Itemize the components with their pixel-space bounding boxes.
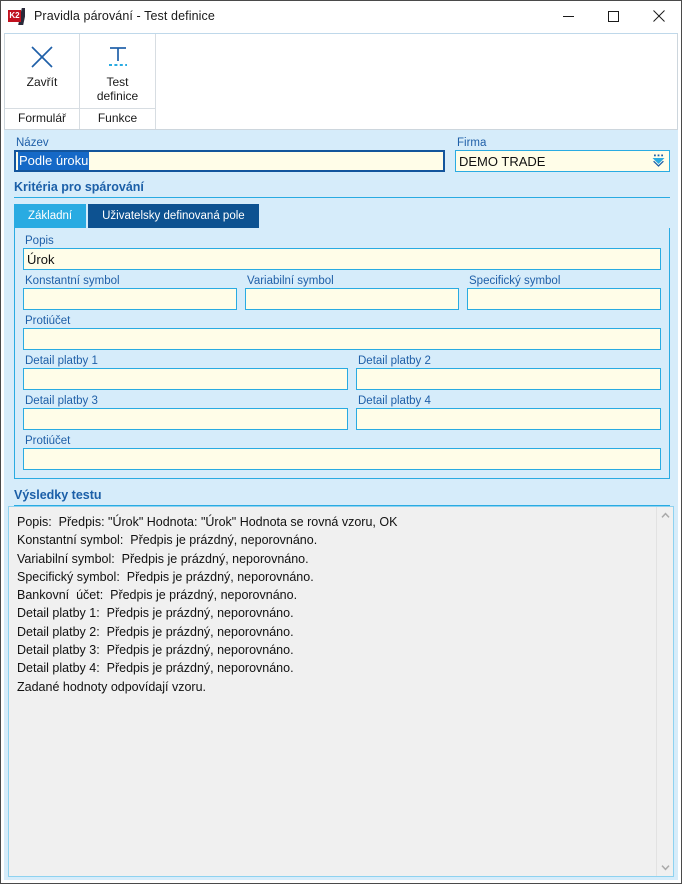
form-body: Název Podle úroku Firma DEMO TRADE Krité… — [4, 130, 678, 880]
protiucet-bottom-input[interactable] — [23, 448, 661, 470]
protiucet-top-label: Protiúčet — [25, 315, 71, 327]
detail-row-2: Detail platby 3 Detail platby 4 — [23, 394, 661, 430]
firma-input[interactable]: DEMO TRADE — [455, 150, 670, 172]
close-icon — [652, 10, 665, 22]
firma-field-group: Firma DEMO TRADE — [455, 136, 670, 172]
criteria-panel: Popis Úrok Konstantní symbol Variabilní … — [14, 228, 670, 479]
ribbon-toolbar: Zavřít Formulář Test definice Funkce — [4, 33, 678, 130]
k2-logo-mark: K2 — [8, 9, 21, 22]
protiucet-bottom-label: Protiúčet — [25, 435, 71, 447]
protiucet-top-input[interactable] — [23, 328, 661, 350]
criteria-section-title: Kritéria pro spárování — [14, 180, 144, 194]
k2-lookup-chevron-icon[interactable] — [651, 153, 666, 170]
specificky-symbol-input[interactable] — [467, 288, 661, 310]
title-bar: K2 Pravidla párování - Test definice — [1, 1, 681, 31]
name-input[interactable]: Podle úroku — [14, 150, 445, 172]
konstantni-symbol-group: Konstantní symbol — [23, 274, 237, 310]
tab-uzivatelsky-definovana-pole[interactable]: Uživatelsky definovaná pole — [88, 204, 259, 228]
variabilni-symbol-group: Variabilní symbol — [245, 274, 459, 310]
popis-label: Popis — [25, 235, 54, 247]
window-title: Pravidla párování - Test definice — [34, 9, 215, 23]
chevron-up-icon — [660, 512, 670, 518]
popis-field-group: Popis Úrok — [23, 234, 661, 270]
detail-platby-4-label: Detail platby 4 — [358, 395, 431, 407]
test-definice-label: Test definice — [91, 75, 144, 103]
application-window: K2 Pravidla párování - Test definice Zav… — [0, 0, 682, 884]
detail-platby-1-group: Detail platby 1 — [23, 354, 348, 390]
results-scrollbar[interactable] — [656, 507, 673, 876]
chevron-down-icon — [660, 865, 670, 871]
criteria-tabs: Základní Uživatelsky definovaná pole — [4, 198, 678, 228]
firma-label: Firma — [457, 137, 487, 149]
specificky-symbol-label: Specifický symbol — [469, 275, 561, 287]
scroll-up-button[interactable] — [657, 507, 673, 524]
detail-row-1: Detail platby 1 Detail platby 2 — [23, 354, 661, 390]
variabilni-symbol-input[interactable] — [245, 288, 459, 310]
name-field-group: Název Podle úroku — [14, 136, 445, 172]
detail-platby-1-input[interactable] — [23, 368, 348, 390]
test-definice-button[interactable]: Test definice — [80, 34, 155, 108]
detail-platby-4-group: Detail platby 4 — [356, 394, 661, 430]
maximize-button[interactable] — [591, 1, 636, 31]
results-output-box: Popis: Předpis: "Úrok" Hodnota: "Úrok" H… — [8, 506, 674, 877]
detail-platby-2-group: Detail platby 2 — [356, 354, 661, 390]
window-controls — [546, 1, 681, 31]
close-button[interactable] — [636, 1, 681, 31]
konstantni-symbol-input[interactable] — [23, 288, 237, 310]
ribbon-empty-area — [156, 34, 677, 129]
konstantni-symbol-label: Konstantní symbol — [25, 275, 120, 287]
protiucet-top-group: Protiúčet — [23, 314, 661, 350]
close-x-icon — [29, 42, 55, 72]
detail-platby-3-input[interactable] — [23, 408, 348, 430]
results-output-text[interactable]: Popis: Předpis: "Úrok" Hodnota: "Úrok" H… — [9, 507, 656, 876]
ribbon-group-funkce: Test definice Funkce — [80, 34, 156, 129]
protiucet-bottom-group: Protiúčet — [23, 434, 661, 470]
test-definice-label-line2: definice — [96, 89, 139, 103]
firma-input-value: DEMO TRADE — [459, 153, 546, 169]
maximize-icon — [608, 10, 619, 22]
ribbon-group-formular: Zavřít Formulář — [5, 34, 80, 129]
scroll-down-button[interactable] — [657, 859, 673, 876]
detail-platby-1-label: Detail platby 1 — [25, 355, 98, 367]
test-definice-label-line1: Test — [106, 75, 129, 89]
detail-platby-2-input[interactable] — [356, 368, 661, 390]
minimize-button[interactable] — [546, 1, 591, 31]
symbols-row: Konstantní symbol Variabilní symbol Spec… — [23, 274, 661, 310]
zavrit-label: Zavřít — [26, 75, 58, 89]
header-fields-row: Název Podle úroku Firma DEMO TRADE — [4, 130, 678, 172]
ribbon-group-funkce-title: Funkce — [80, 108, 155, 129]
popis-input-value: Úrok — [27, 251, 55, 267]
minimize-icon — [563, 15, 574, 17]
tab-zakladni[interactable]: Základní — [14, 204, 87, 228]
ribbon-group-formular-title: Formulář — [5, 108, 79, 129]
detail-platby-3-label: Detail platby 3 — [25, 395, 98, 407]
detail-platby-3-group: Detail platby 3 — [23, 394, 348, 430]
variabilni-symbol-label: Variabilní symbol — [247, 275, 334, 287]
text-definition-icon — [105, 42, 131, 72]
results-section-title: Výsledky testu — [14, 488, 102, 502]
k2-logo-icon: K2 — [8, 7, 25, 25]
specificky-symbol-group: Specifický symbol — [467, 274, 661, 310]
name-label: Název — [16, 137, 49, 149]
zavrit-button[interactable]: Zavřít — [5, 34, 79, 108]
detail-platby-2-label: Detail platby 2 — [358, 355, 431, 367]
scrollbar-track[interactable] — [657, 524, 673, 859]
detail-platby-4-input[interactable] — [356, 408, 661, 430]
name-input-value: Podle úroku — [18, 152, 90, 170]
popis-input[interactable]: Úrok — [23, 248, 661, 270]
